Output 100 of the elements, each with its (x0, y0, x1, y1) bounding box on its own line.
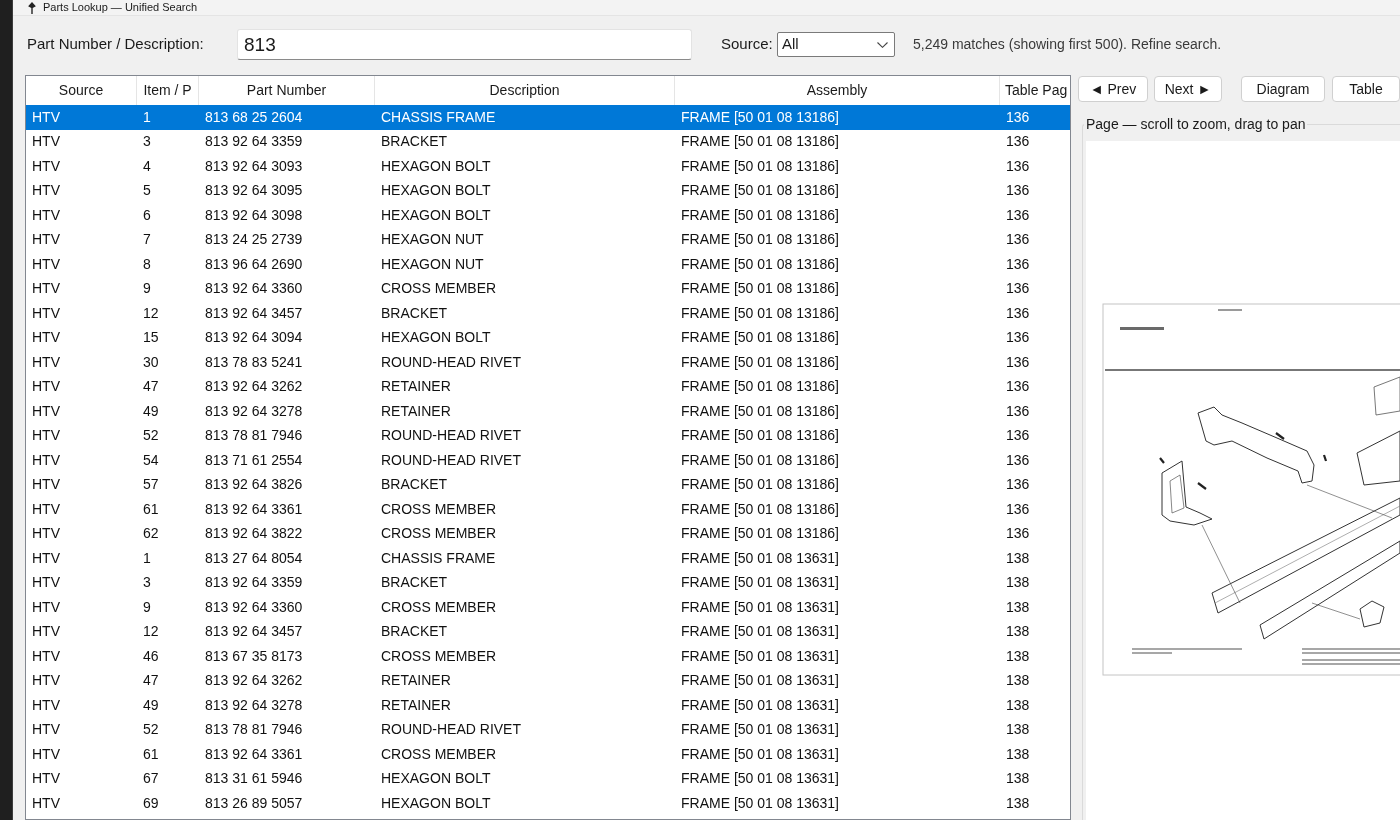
table-cell-text: 47 (142, 671, 160, 691)
table-cell-text: 138 (1005, 744, 1031, 764)
table-cell-text: 61 (142, 744, 160, 764)
table-cell-text: 136 (1005, 377, 1031, 397)
table-cell-text: ROUND-HEAD RIVET (380, 450, 522, 470)
table-cell-text: FRAME [50 01 08 13186] (680, 377, 840, 397)
table-cell-text: 136 (1005, 401, 1031, 421)
table-cell-text: HTV (31, 254, 61, 274)
table-cell-text: 813 78 81 7946 (204, 426, 304, 446)
table-cell-text: HTV (31, 524, 61, 544)
table-cell-text: FRAME [50 01 08 13186] (680, 450, 840, 470)
table-cell-text: FRAME [50 01 08 13631] (680, 720, 840, 740)
table-cell-text: 813 92 64 3361 (204, 499, 304, 519)
view-button[interactable]: Diagram (1241, 76, 1325, 102)
table-cell-text: FRAME [50 01 08 13186] (680, 132, 840, 152)
nav-button[interactable]: Next ► (1154, 76, 1222, 102)
table-cell-text: FRAME [50 01 08 13186] (680, 254, 840, 274)
table-cell-text: 813 92 64 3262 (204, 377, 304, 397)
table-cell-text: HEXAGON BOLT (380, 156, 492, 176)
table-cell-text: 138 (1005, 671, 1031, 691)
table-cell-text: 6 (142, 205, 152, 225)
search-field[interactable]: 813 (237, 29, 692, 60)
table-cell-text: HTV (31, 303, 61, 323)
table-cell-text: CHASSIS FRAME (380, 548, 497, 568)
chevron-down-icon (877, 41, 888, 48)
table-cell-text: 813 92 64 3095 (204, 181, 304, 201)
table-cell-text: RETAINER (380, 695, 452, 715)
table-cell-text: 813 27 64 8054 (204, 548, 304, 568)
table-cell-text: HTV (31, 377, 61, 397)
table-cell-text: 49 (142, 695, 160, 715)
table-cell-text: 813 26 89 5057 (204, 793, 304, 813)
table-cell-text: 136 (1005, 303, 1031, 323)
table-cell-text: FRAME [50 01 08 13186] (680, 181, 840, 201)
view-button[interactable]: Table (1332, 76, 1400, 102)
table-cell-text: 3 (142, 132, 152, 152)
table-cell-text: 813 92 64 3094 (204, 328, 304, 348)
table-cell-text: 136 (1005, 328, 1031, 348)
table-cell-text: 138 (1005, 646, 1031, 666)
table-cell-text: 3 (142, 573, 152, 593)
table-cell-text: HTV (31, 230, 61, 250)
table-cell-text: HTV (31, 597, 61, 617)
source-select[interactable]: All (777, 32, 895, 57)
table-cell-text: 136 (1005, 254, 1031, 274)
table-row[interactable]: HTV 1 813 68 25 2604 CHASSIS FRAME FRAME [50 01 08 13186] 136 (26, 105, 1070, 130)
table-cell-text: BRACKET (380, 303, 449, 323)
table-cell-text: 136 (1005, 107, 1031, 127)
table-cell-text: HTV (31, 279, 61, 299)
table-cell-text: 30 (142, 352, 160, 372)
table-cell-text: 813 68 25 2604 (204, 107, 304, 127)
table-cell-text: 62 (142, 524, 160, 544)
table-cell-text: 138 (1005, 597, 1031, 617)
table-cell-text: HTV (31, 401, 61, 421)
table-cell-text: 138 (1005, 622, 1031, 642)
table-cell-text: HEXAGON NUT (380, 230, 485, 250)
table-cell-text: FRAME [50 01 08 13186] (680, 426, 840, 446)
table-cell-text: HTV (31, 475, 61, 495)
table-cell-text: 813 92 64 3262 (204, 671, 304, 691)
table-cell-text: 1 (142, 107, 152, 127)
table-cell-text: FRAME [50 01 08 13186] (680, 303, 840, 323)
table-cell-text: FRAME [50 01 08 13186] (680, 499, 840, 519)
table-cell-text: HTV (31, 181, 61, 201)
table-cell-text: BRACKET (380, 132, 449, 152)
table-cell-text: 9 (142, 279, 152, 299)
table-cell-text: 7 (142, 230, 152, 250)
table-cell-text: FRAME [50 01 08 13631] (680, 548, 840, 568)
table-cell-text: HEXAGON NUT (380, 254, 485, 274)
page-viewer[interactable] (1086, 141, 1400, 820)
table-cell-text: HTV (31, 548, 61, 568)
table-cell-text: FRAME [50 01 08 13186] (680, 107, 840, 127)
table-cell-text: HTV (31, 499, 61, 519)
table-cell-text: HTV (31, 793, 61, 813)
table-cell-text: RETAINER (380, 401, 452, 421)
table-cell-text: ROUND-HEAD RIVET (380, 426, 522, 446)
table-cell-text: HTV (31, 156, 61, 176)
table-cell-text: 12 (142, 303, 160, 323)
table-cell-text: FRAME [50 01 08 13186] (680, 352, 840, 372)
table-cell-text: HTV (31, 426, 61, 446)
table-cell-text: 57 (142, 475, 160, 495)
table-cell-text: FRAME [50 01 08 13631] (680, 646, 840, 666)
table-cell-text: FRAME [50 01 08 13186] (680, 279, 840, 299)
table-cell-text: FRAME [50 01 08 13631] (680, 769, 840, 789)
nav-button[interactable]: ◄ Prev (1078, 76, 1148, 102)
table-cell-text: 12 (142, 622, 160, 642)
table-cell-text: 813 92 64 3361 (204, 744, 304, 764)
table-cell-text: 52 (142, 720, 160, 740)
search-label: Part Number / Description: (27, 34, 205, 55)
column-header[interactable]: Table Pag (1000, 76, 1070, 105)
table-cell-text: 813 92 64 3822 (204, 524, 304, 544)
table-cell-text: 136 (1005, 181, 1031, 201)
table-cell-text: RETAINER (380, 377, 452, 397)
table-cell-text: 813 92 64 3359 (204, 132, 304, 152)
table-cell-text: 813 92 64 3360 (204, 279, 304, 299)
table-cell-text: 813 31 61 5946 (204, 769, 304, 789)
table-cell-text: 813 24 25 2739 (204, 230, 304, 250)
table-cell-text: FRAME [50 01 08 13186] (680, 328, 840, 348)
table-cell-text: HEXAGON BOLT (380, 181, 492, 201)
table-cell-text: CROSS MEMBER (380, 744, 498, 764)
table-cell-text: 136 (1005, 156, 1031, 176)
table-cell-text: FRAME [50 01 08 13631] (680, 793, 840, 813)
table-cell-text: 813 92 64 3457 (204, 303, 304, 323)
